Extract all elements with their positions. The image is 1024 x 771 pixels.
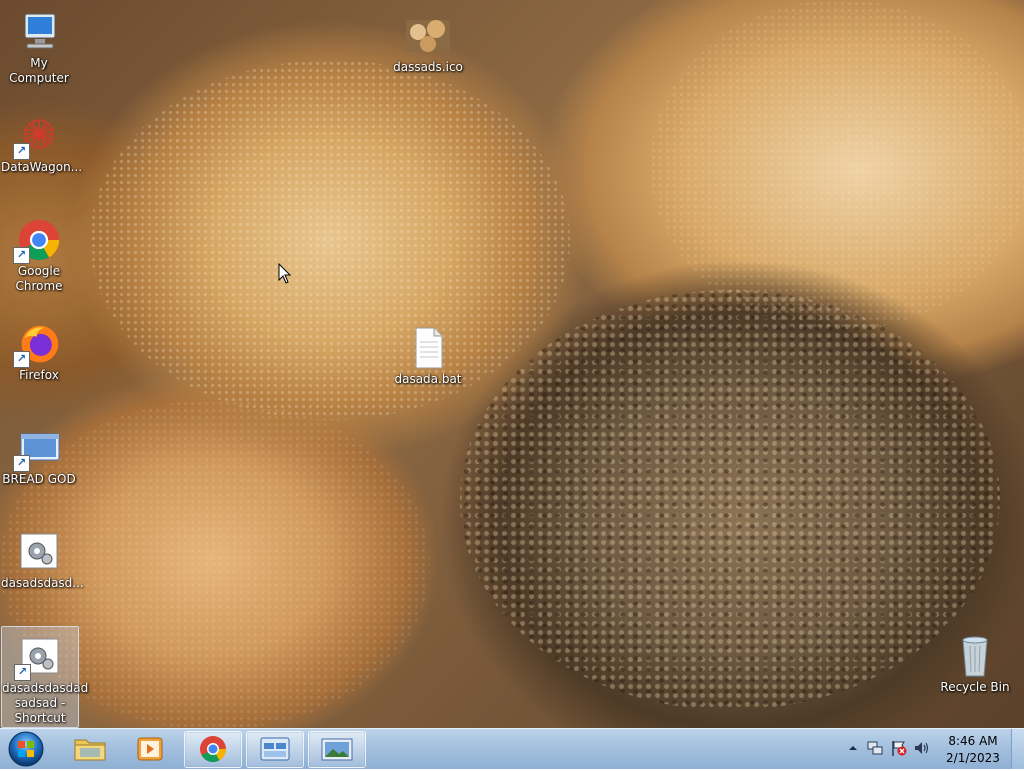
clock-date: 2/1/2023 — [946, 751, 1000, 765]
desktop-icon-label: Recycle Bin — [940, 680, 1010, 694]
desktop-icon-label: dasada.bat — [394, 372, 462, 386]
windows-logo-icon — [8, 731, 44, 767]
show-hidden-icons-button[interactable] — [844, 739, 862, 757]
desktop-icon-firefox[interactable]: ↗ Firefox — [1, 314, 77, 383]
batch-settings-icon — [15, 530, 63, 574]
desktop-icon-label: BREAD GOD — [2, 472, 76, 486]
batch-settings-icon: ↗ — [14, 635, 64, 681]
taskbar-app-window[interactable] — [246, 731, 304, 768]
chevron-up-icon — [849, 746, 857, 750]
system-clock[interactable]: 8:46 AM 2/1/2023 — [930, 733, 1016, 767]
desktop-icon-dasada-bat[interactable]: dasada.bat — [390, 318, 466, 387]
taskbar-image-viewer[interactable] — [308, 731, 366, 768]
chrome-icon: ↗ — [13, 218, 63, 264]
desktop-icon-label: Firefox — [19, 368, 59, 382]
recycle-bin-icon — [951, 634, 999, 678]
computer-icon — [15, 10, 63, 54]
taskbar-google-chrome[interactable] — [184, 731, 242, 768]
shortcut-arrow-icon: ↗ — [14, 664, 31, 681]
desktop-icon-datawagon[interactable]: ↗ DataWagon... — [1, 106, 83, 175]
desktop-icon-label: dassads.ico — [393, 60, 463, 74]
desktop-icon-label: DataWagon... — [1, 160, 83, 174]
desktop-icon-label: My Computer — [9, 56, 69, 85]
network-icon[interactable] — [866, 739, 884, 757]
chrome-icon — [200, 736, 227, 763]
picture-icon — [321, 738, 353, 761]
datawagon-icon: ↗ — [13, 114, 63, 160]
desktop-icon-bread-god[interactable]: ↗ BREAD GOD — [1, 418, 77, 487]
mouse-pointer-icon — [278, 262, 292, 288]
desktop-icon-recycle-bin[interactable]: Recycle Bin — [937, 626, 1013, 695]
desktop-icon-dassads-ico[interactable]: dassads.ico — [390, 6, 466, 75]
bread-image-icon — [404, 14, 452, 58]
folder-icon — [74, 739, 106, 761]
app-window-icon: ↗ — [13, 426, 63, 472]
shortcut-arrow-icon: ↗ — [13, 351, 30, 368]
taskbar: 8:46 AM 2/1/2023 — [0, 728, 1024, 769]
text-file-icon — [404, 326, 452, 370]
start-button[interactable] — [4, 730, 48, 768]
shortcut-arrow-icon: ↗ — [13, 247, 30, 264]
clock-time: 8:46 AM — [948, 734, 998, 748]
desktop-icon-google-chrome[interactable]: ↗ Google Chrome — [1, 210, 77, 294]
desktop-wallpaper — [0, 0, 1024, 728]
firefox-icon: ↗ — [13, 322, 63, 368]
taskbar-media-player[interactable] — [122, 731, 178, 766]
volume-icon[interactable] — [913, 739, 931, 757]
app-window-icon — [260, 737, 290, 761]
shortcut-arrow-icon: ↗ — [13, 455, 30, 472]
desktop-icon-label: Google Chrome — [15, 264, 63, 293]
desktop-icon-dasadsdasdad-shortcut[interactable]: ↗ dasadsdasdad sadsad - Shortcut — [1, 626, 89, 728]
desktop-icon-label: dasadsdasdad sadsad - Shortcut — [2, 681, 89, 725]
desktop-icon-dasadsdasd[interactable]: dasadsdasd... — [1, 522, 84, 591]
media-player-icon — [137, 737, 163, 761]
shortcut-arrow-icon: ↗ — [13, 143, 30, 160]
desktop-icon-label: dasadsdasd... — [1, 576, 84, 590]
show-desktop-button[interactable] — [1011, 729, 1024, 769]
action-center-flag-icon[interactable] — [890, 739, 908, 757]
desktop-icon-my-computer[interactable]: My Computer — [1, 2, 77, 86]
taskbar-windows-explorer[interactable] — [62, 731, 118, 766]
